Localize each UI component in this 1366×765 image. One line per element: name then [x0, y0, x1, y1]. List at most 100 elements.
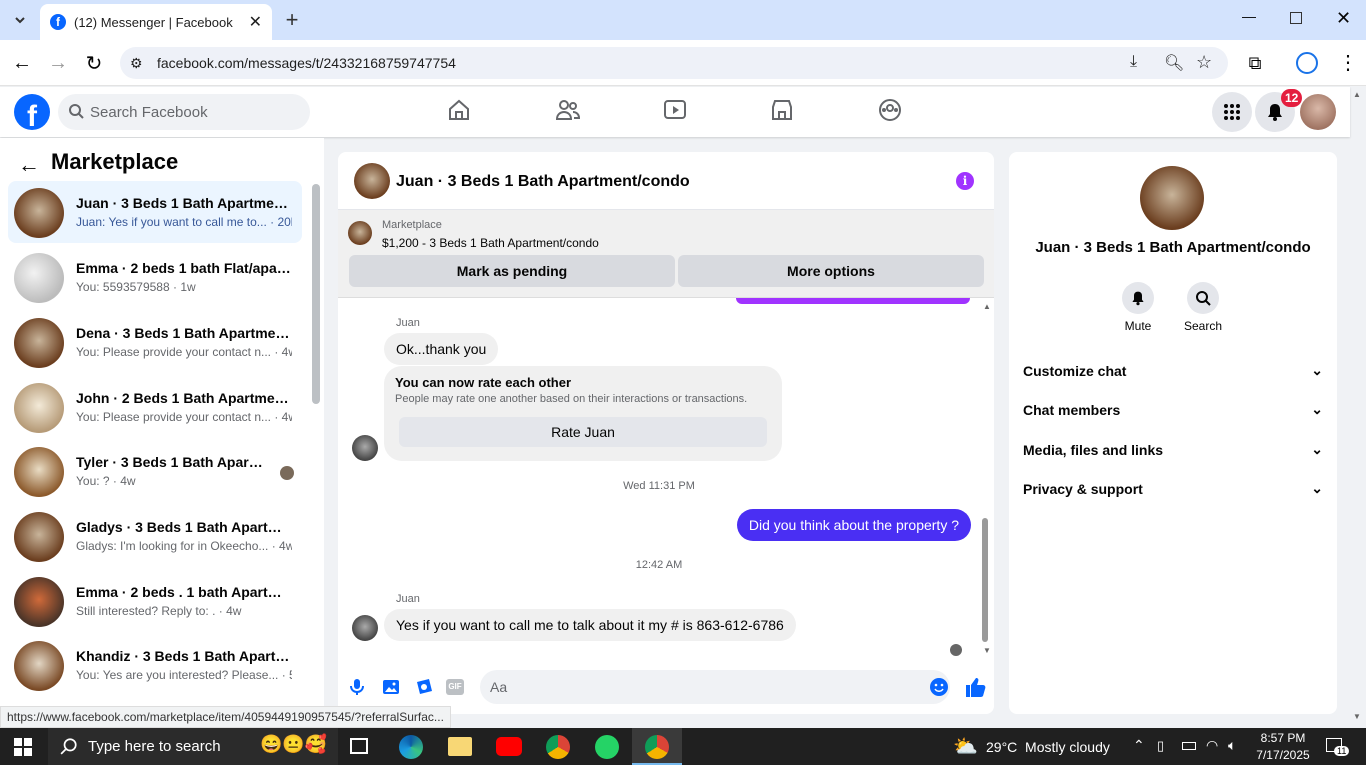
chat-scrollbar[interactable] [982, 518, 988, 642]
mark-as-pending-button[interactable]: Mark as pending [349, 255, 675, 287]
tab-search-chevron-icon[interactable] [8, 8, 32, 32]
microphone-icon[interactable] [350, 678, 364, 696]
wifi-icon[interactable]: ◠ [1206, 737, 1218, 754]
media-files-links-section[interactable]: Media, files and links ⌄ [1023, 441, 1323, 458]
new-tab-icon[interactable]: + [280, 7, 304, 32]
sidebar-scrollbar[interactable] [312, 184, 320, 404]
chat-members-section[interactable]: Chat members ⌄ [1023, 401, 1323, 418]
conversation-item[interactable]: Juan · 3 Beds 1 Bath Apartment/... Juan:… [8, 181, 302, 243]
listing-thumbnail[interactable] [348, 221, 372, 245]
device-icon[interactable]: ▯ [1157, 738, 1164, 754]
listing-banner: Marketplace $1,200 - 3 Beds 1 Bath Apart… [338, 210, 994, 298]
youtube-icon[interactable] [496, 737, 522, 756]
forward-icon[interactable]: → [46, 51, 70, 75]
emoji-icon[interactable] [930, 678, 948, 696]
conversation-item[interactable]: Emma · 2 beds 1 bath Flat/apart... You: … [8, 246, 302, 308]
task-view-icon[interactable] [350, 738, 368, 754]
chrome-icon[interactable] [546, 735, 570, 759]
edge-icon[interactable] [399, 735, 423, 759]
back-arrow-icon[interactable]: ← [18, 152, 40, 178]
page-scroll-down-icon[interactable]: ▼ [1353, 712, 1361, 721]
clock-date[interactable]: 7/17/2025 [1250, 748, 1316, 762]
conversation-avatar [14, 641, 64, 691]
volume-icon[interactable]: 🔈︎ [1228, 737, 1236, 754]
search-label: Search [1183, 319, 1223, 333]
menu-grid-icon[interactable] [1212, 92, 1252, 132]
bookmark-star-icon[interactable]: ☆ [1196, 52, 1212, 73]
account-avatar[interactable] [1300, 94, 1336, 130]
message-bubble[interactable]: Ok...thank you [384, 333, 499, 365]
clock-time[interactable]: 8:57 PM [1250, 731, 1316, 745]
sticker-icon[interactable] [415, 678, 433, 696]
whatsapp-icon[interactable] [595, 735, 619, 759]
conversation-item[interactable]: Khandiz · 3 Beds 1 Bath Apartm... You: Y… [8, 634, 302, 696]
conversation-item[interactable]: Dena · 3 Beds 1 Bath Apartment... You: P… [8, 311, 302, 373]
conversation-info-pane: Juan · 3 Beds 1 Bath Apartment/condo Mut… [1009, 152, 1337, 714]
conversation-item[interactable]: John · 2 Beds 1 Bath Apartment/... You: … [8, 376, 302, 438]
chrome-active-taskbar-item[interactable] [632, 728, 682, 765]
privacy-support-section[interactable]: Privacy & support ⌄ [1023, 480, 1323, 497]
menu-kebab-icon[interactable]: ⋮ [1338, 50, 1358, 75]
conversation-name: Emma · 2 beds . 1 bath Apartme... [76, 584, 292, 600]
conversation-item[interactable]: Gladys · 3 Beds 1 Bath Apartme... Gladys… [8, 505, 302, 567]
sender-avatar[interactable] [352, 435, 378, 461]
more-options-button[interactable]: More options [678, 255, 984, 287]
show-hidden-icons-icon[interactable]: ⌃ [1133, 737, 1145, 754]
gif-icon[interactable]: GIF [446, 679, 464, 695]
close-tab-icon[interactable]: ✕ [249, 12, 262, 32]
chat-avatar[interactable] [354, 163, 390, 199]
extensions-icon[interactable]: ⧉ [1243, 51, 1267, 75]
zoom-icon[interactable]: 🔍︎ [1164, 53, 1184, 73]
profile-icon[interactable] [1296, 52, 1318, 74]
chat-window: Juan · 3 Beds 1 Bath Apartment/condo i M… [338, 152, 994, 714]
scroll-up-icon[interactable]: ▲ [983, 302, 991, 311]
friends-icon[interactable] [554, 97, 584, 127]
weather-cloud-icon[interactable]: ⛅ [953, 734, 978, 759]
close-window-icon[interactable]: ✕ [1336, 8, 1351, 29]
conversation-avatar [14, 253, 64, 303]
section-label: Customize chat [1023, 362, 1127, 379]
sender-avatar[interactable] [352, 615, 378, 641]
weather-text[interactable]: 29°C Mostly cloudy [986, 739, 1110, 755]
scroll-down-icon[interactable]: ▼ [983, 646, 991, 655]
message-sender: Juan [396, 593, 420, 605]
minimize-icon[interactable]: — [1242, 8, 1256, 24]
mute-bell-icon[interactable] [1122, 282, 1154, 314]
taskbar-search-icon [60, 737, 78, 755]
groups-icon[interactable] [877, 97, 907, 127]
back-icon[interactable]: ← [10, 51, 34, 75]
install-app-icon[interactable]: ⤓ [1130, 53, 1137, 71]
chat-title[interactable]: Juan · 3 Beds 1 Bath Apartment/condo [396, 173, 690, 191]
reload-icon[interactable]: ↻ [82, 51, 106, 75]
restore-icon[interactable] [1290, 12, 1302, 24]
message-input[interactable]: Aa [480, 670, 950, 704]
search-facebook-input[interactable]: Search Facebook [58, 94, 310, 130]
conversation-preview: You: ? · 4w [76, 474, 136, 488]
taskbar-search-box[interactable]: Type here to search 😄😐🥰 [48, 728, 338, 765]
conversation-item[interactable]: Tyler · 3 Beds 1 Bath Apartme... You: ? … [8, 440, 302, 502]
home-icon[interactable] [446, 97, 476, 127]
battery-icon[interactable] [1182, 742, 1196, 750]
page-scroll-up-icon[interactable]: ▲ [1353, 90, 1361, 99]
chrome-profile-icon [645, 735, 669, 759]
browser-tab[interactable]: f (12) Messenger | Facebook ✕ [40, 4, 272, 40]
facebook-logo-icon[interactable]: f [14, 94, 50, 130]
rate-juan-button[interactable]: Rate Juan [399, 417, 767, 447]
windows-start-icon[interactable] [14, 738, 32, 756]
conversation-item[interactable]: Emma · 2 beds . 1 bath Apartme... Still … [8, 570, 302, 632]
site-info-icon[interactable]: ⚙ [130, 55, 143, 72]
conversation-name: Gladys · 3 Beds 1 Bath Apartme... [76, 519, 292, 535]
message-bubble[interactable]: Yes if you want to call me to talk about… [384, 609, 796, 641]
address-bar[interactable]: ⚙ facebook.com/messages/t/24332168759747… [120, 47, 1228, 79]
marketplace-icon[interactable] [769, 97, 799, 127]
customize-chat-section[interactable]: Customize chat ⌄ [1023, 362, 1323, 379]
photo-icon[interactable] [382, 678, 400, 696]
message-bubble-outgoing[interactable]: Did you think about the property ? [736, 509, 971, 541]
like-thumbs-up-icon[interactable] [964, 676, 986, 698]
file-explorer-icon[interactable] [448, 737, 472, 756]
info-avatar[interactable] [1140, 166, 1204, 230]
info-icon[interactable]: i [956, 172, 974, 190]
search-in-chat-icon[interactable] [1187, 282, 1219, 314]
video-icon[interactable] [662, 97, 692, 127]
listing-title[interactable]: $1,200 - 3 Beds 1 Bath Apartment/condo [382, 236, 599, 250]
